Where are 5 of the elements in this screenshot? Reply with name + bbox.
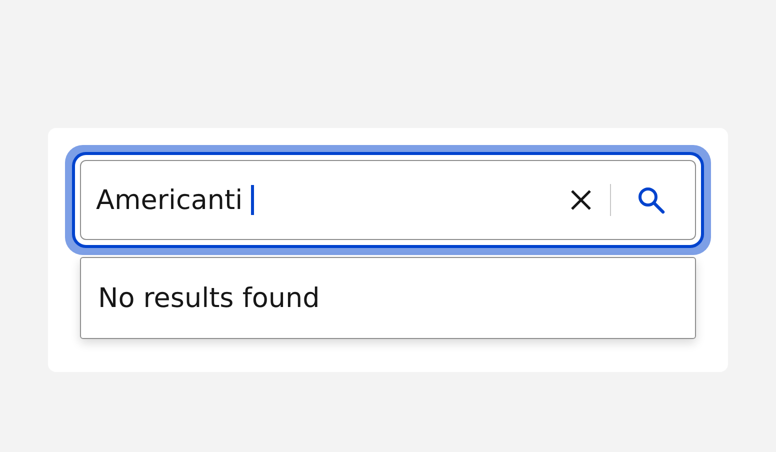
close-icon[interactable]: [570, 189, 592, 211]
text-cursor: [250, 185, 254, 215]
no-results-message: No results found: [98, 282, 320, 314]
search-value: Americanti: [96, 184, 243, 216]
search-icon[interactable]: [637, 186, 665, 214]
